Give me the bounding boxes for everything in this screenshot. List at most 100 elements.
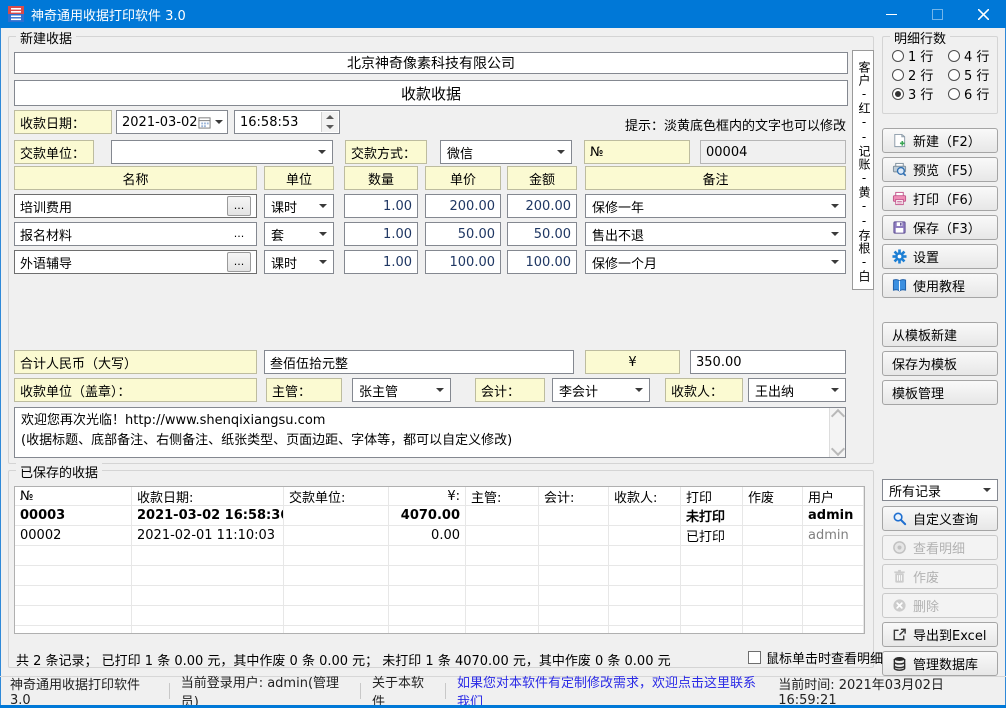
column-header-price: 单价: [425, 166, 501, 190]
settings-button[interactable]: 设置: [882, 244, 998, 269]
void-button[interactable]: 作废: [882, 564, 998, 589]
button-label: 保存（F3）: [913, 218, 981, 237]
radio-rows-1[interactable]: 1 行: [892, 46, 933, 65]
radio-selected-icon: [892, 88, 904, 100]
button-label: 管理数据库: [913, 654, 978, 673]
spinner-buttons[interactable]: [321, 112, 338, 132]
export-excel-button[interactable]: 导出到Excel: [882, 622, 998, 647]
radio-rows-3[interactable]: 3 行: [892, 84, 933, 103]
browse-button[interactable]: ...: [227, 224, 251, 244]
chevron-down-icon: [318, 150, 326, 154]
seal-label-field[interactable]: 收款单位（盖章）：: [14, 378, 257, 402]
textarea-scrollbar[interactable]: [829, 408, 845, 457]
item-unit-combobox[interactable]: 课时: [264, 250, 334, 274]
item-unit-combobox[interactable]: 套: [264, 222, 334, 246]
payee-label-field[interactable]: 收款人：: [665, 378, 743, 402]
payer-label-field[interactable]: 交款单位：: [14, 140, 94, 164]
column-header-name: 名称: [14, 166, 257, 190]
delete-button[interactable]: 删除: [882, 593, 998, 618]
template-manage-button[interactable]: 模板管理: [882, 380, 998, 405]
item-remark-combobox[interactable]: 保修一年: [585, 194, 846, 218]
radio-rows-2[interactable]: 2 行: [892, 65, 933, 84]
table-row[interactable]: 00003 2021-03-02 16:58:36 4070.00 未打印 ad…: [15, 506, 864, 526]
item-price-field[interactable]: 200.00: [425, 194, 501, 218]
radio-rows-4[interactable]: 4 行: [948, 46, 989, 65]
date-label-field[interactable]: 收款日期：: [14, 110, 112, 134]
accountant-combobox[interactable]: 李会计: [552, 378, 650, 402]
item-name-field[interactable]: 培训费用 ...: [14, 194, 257, 218]
chevron-down-icon: [319, 232, 327, 236]
table-row[interactable]: 00002 2021-02-01 11:10:03 0.00 已打印 admin: [15, 526, 864, 546]
accountant-label-field[interactable]: 会计：: [475, 378, 545, 402]
new-button[interactable]: 新建（F2）: [882, 128, 998, 153]
header-no: №: [15, 487, 132, 505]
total-words-field[interactable]: 叁佰伍拾元整: [264, 350, 574, 374]
item-price-field[interactable]: 50.00: [425, 222, 501, 246]
save-as-template-button[interactable]: 保存为模板: [882, 351, 998, 376]
time-spinner[interactable]: 16:58:53: [234, 110, 340, 134]
maximize-button[interactable]: [914, 0, 960, 28]
item-amount-field[interactable]: 50.00: [507, 222, 577, 246]
total-amount-field[interactable]: 350.00: [690, 350, 846, 374]
payee-value: 王出纳: [755, 381, 794, 400]
receipt-no-label-field[interactable]: №: [584, 140, 690, 164]
payment-method-combobox[interactable]: 微信: [440, 140, 572, 164]
payer-combobox[interactable]: [111, 140, 333, 164]
item-amount-field[interactable]: 200.00: [507, 194, 577, 218]
cell-manager: [466, 506, 539, 525]
radio-label: 6 行: [964, 84, 989, 103]
tutorial-button[interactable]: 使用教程: [882, 273, 998, 298]
contact-link[interactable]: 如果您对本软件有定制修改需求，欢迎点击这里联系我们: [457, 672, 767, 708]
button-label: 新建（F2）: [913, 131, 981, 150]
chevron-down-icon: [557, 150, 565, 154]
payment-method-label-field[interactable]: 交款方式：: [345, 140, 427, 164]
item-price-field[interactable]: 100.00: [425, 250, 501, 274]
cell-void-status: [743, 506, 803, 525]
manage-database-button[interactable]: 管理数据库: [882, 651, 998, 676]
item-unit-value: 课时: [271, 253, 297, 272]
new-from-template-button[interactable]: 从模板新建: [882, 322, 998, 347]
company-name-field[interactable]: 北京神奇像素科技有限公司: [14, 52, 848, 74]
footer-note-line2: (收据标题、底部备注、右侧备注、纸张类型、页面边距、字体等，都可以自定义修改): [21, 431, 823, 451]
date-picker[interactable]: 2021-03-02: [116, 110, 228, 134]
currency-label-field[interactable]: ¥: [585, 350, 680, 374]
total-words-label-field[interactable]: 合计人民币（大写）: [14, 350, 257, 374]
save-button[interactable]: 保存（F3）: [882, 215, 998, 240]
column-header-amount: 金额: [507, 166, 577, 190]
print-button[interactable]: 打印（F6）: [882, 186, 998, 211]
footer-note-textarea[interactable]: 欢迎您再次光临！http://www.shenqixiangsu.com (收据…: [14, 407, 846, 458]
view-detail-button[interactable]: 查看明细: [882, 535, 998, 560]
window-title: 神奇通用收据打印软件 3.0: [31, 5, 186, 24]
receipt-title-field[interactable]: 收款收据: [14, 80, 848, 106]
time-value: 16:58:53: [240, 115, 298, 130]
cell-date: 2021-02-01 11:10:03: [132, 526, 284, 545]
cell-accountant: [539, 526, 609, 545]
item-name-field[interactable]: 报名材料 ...: [14, 222, 257, 246]
saved-table-header: № 收款日期: 交款单位: ¥: 主管: 会计: 收款人: 打印 作废 用户: [15, 487, 864, 506]
click-detail-option[interactable]: 鼠标单击时查看明细: [748, 648, 883, 667]
item-unit-combobox[interactable]: 课时: [264, 194, 334, 218]
item-name-field[interactable]: 外语辅导 ...: [14, 250, 257, 274]
preview-button[interactable]: 预览（F5）: [882, 157, 998, 182]
item-qty-field[interactable]: 1.00: [344, 250, 418, 274]
records-filter-combobox[interactable]: 所有记录: [882, 479, 998, 501]
radio-rows-6[interactable]: 6 行: [948, 84, 989, 103]
browse-button[interactable]: ...: [227, 252, 251, 272]
manager-combobox[interactable]: 张主管: [352, 378, 451, 402]
minimize-button[interactable]: [868, 0, 914, 28]
manager-label-field[interactable]: 主管：: [266, 378, 342, 402]
item-qty-field[interactable]: 1.00: [344, 222, 418, 246]
about-link[interactable]: 关于本软件: [372, 672, 434, 708]
cell-no: 00002: [15, 526, 132, 545]
item-remark-combobox[interactable]: 售出不退: [585, 222, 846, 246]
header-manager: 主管:: [466, 487, 539, 505]
browse-button[interactable]: ...: [227, 196, 251, 216]
item-amount-field[interactable]: 100.00: [507, 250, 577, 274]
item-remark-combobox[interactable]: 保修一个月: [585, 250, 846, 274]
item-qty-field[interactable]: 1.00: [344, 194, 418, 218]
payee-combobox[interactable]: 王出纳: [748, 378, 846, 402]
close-button[interactable]: [960, 0, 1006, 28]
custom-query-button[interactable]: 自定义查询: [882, 506, 998, 531]
radio-rows-5[interactable]: 5 行: [948, 65, 989, 84]
header-user: 用户: [803, 487, 864, 505]
